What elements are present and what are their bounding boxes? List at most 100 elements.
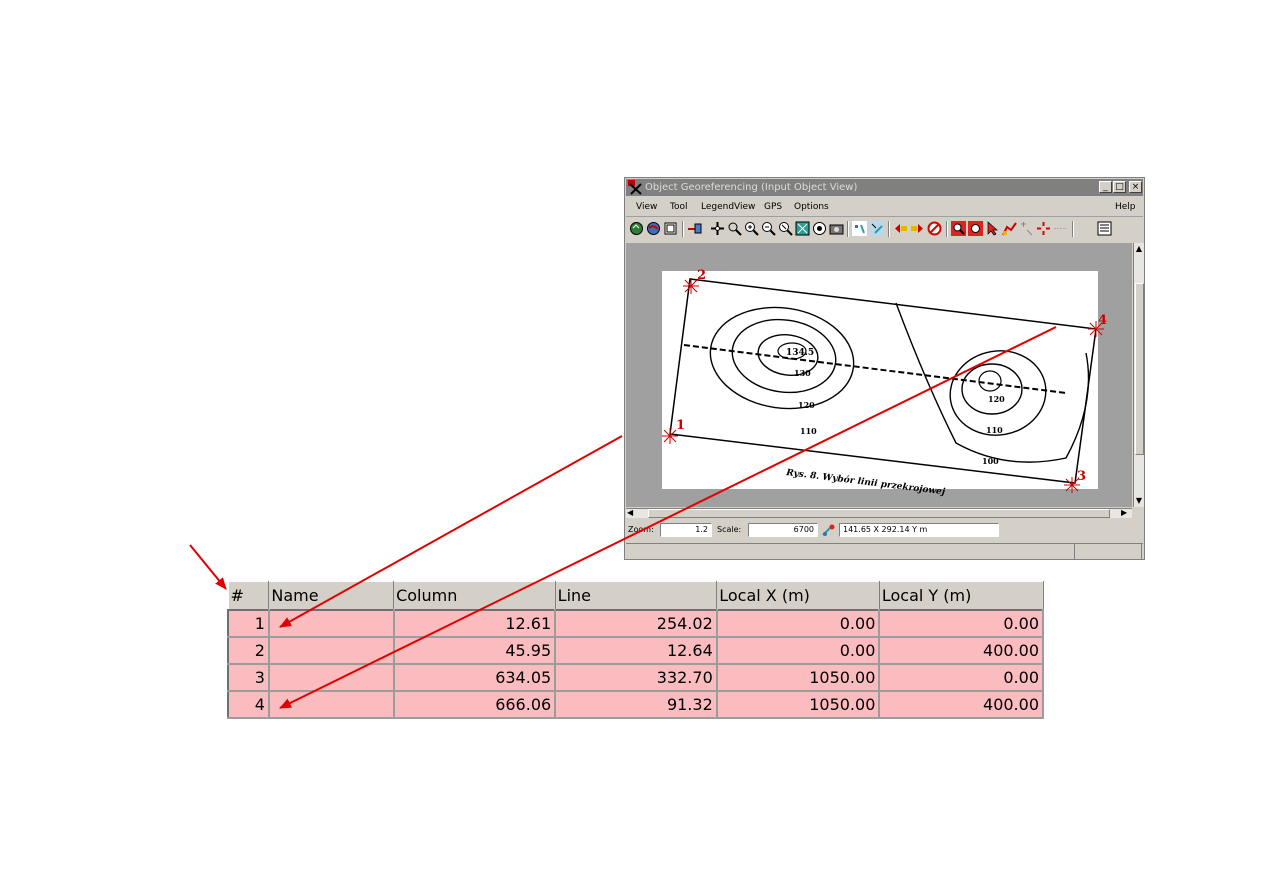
scroll-up-icon[interactable]: ▲ (1135, 244, 1143, 254)
cell-name[interactable] (267, 690, 395, 719)
contour-label: 110 (800, 426, 817, 436)
cell-local-y[interactable]: 0.00 (878, 609, 1044, 638)
settings-icon[interactable] (968, 221, 983, 236)
contour-label: 134.5 (786, 348, 814, 358)
cell-local-y[interactable]: 400.00 (878, 690, 1044, 719)
close-button[interactable]: × (1129, 181, 1142, 193)
horizontal-scroll-thumb[interactable] (648, 509, 1110, 518)
control-points-table: # Name Column Line Local X (m) Local Y (… (227, 581, 1044, 719)
menu-view[interactable]: View (636, 198, 657, 216)
cell-local-x[interactable]: 0.00 (715, 609, 881, 638)
menu-tool[interactable]: Tool (670, 198, 687, 216)
cell-line[interactable]: 12.64 (554, 636, 718, 665)
line-icon[interactable] (1053, 221, 1068, 236)
find-icon[interactable] (951, 221, 966, 236)
cell-column[interactable]: 634.05 (392, 663, 557, 692)
cell-name[interactable] (267, 609, 395, 638)
cell-local-x[interactable]: 0.00 (715, 636, 881, 665)
cell-number[interactable]: 2 (227, 636, 270, 665)
toolbar (626, 218, 1143, 242)
table-row[interactable]: 1 12.61 254.02 0.00 0.00 (227, 609, 1044, 638)
bottom-bar (626, 543, 1143, 560)
horizontal-scrollbar[interactable]: ◀ ▶ (626, 508, 1132, 518)
column-header-line[interactable]: Line (554, 581, 718, 611)
control-point-label-3: 3 (1077, 469, 1086, 484)
cell-local-y[interactable]: 400.00 (878, 636, 1044, 665)
table-header-row: # Name Column Line Local X (m) Local Y (… (227, 581, 1044, 611)
zoom-field[interactable]: 1.2 (660, 523, 712, 537)
maximize-button[interactable]: □ (1113, 181, 1126, 193)
scale-label: Scale: (717, 525, 742, 534)
zoom-in-icon[interactable] (744, 221, 759, 236)
scroll-down-icon[interactable]: ▼ (1135, 496, 1143, 506)
contour-label: 110 (986, 425, 1003, 435)
pointer-icon[interactable] (985, 221, 1000, 236)
vertical-scrollbar[interactable]: ▲ ▼ (1133, 243, 1144, 507)
cell-column[interactable]: 45.95 (392, 636, 557, 665)
title-bar: Object Georeferencing (Input Object View… (626, 179, 1143, 196)
scanned-map: 134.5 130 120 110 120 110 100 Rys. 8. Wy… (662, 268, 1107, 498)
camera-icon[interactable] (829, 221, 844, 236)
add-point-icon[interactable] (869, 221, 884, 236)
redraw-icon[interactable] (629, 221, 644, 236)
cell-name[interactable] (267, 663, 395, 692)
cell-line[interactable]: 332.70 (554, 663, 718, 692)
column-header-column[interactable]: Column (393, 581, 556, 611)
add-layer-icon[interactable] (687, 221, 702, 236)
zoom-box-icon[interactable] (727, 221, 742, 236)
status-bar: Zoom: 1.2 Scale: 6700 141.65 X 292.14 Y … (626, 521, 1143, 541)
cell-local-y[interactable]: 0.00 (878, 663, 1044, 692)
next-point-icon[interactable] (910, 221, 925, 236)
column-header-local-x[interactable]: Local X (m) (716, 581, 880, 611)
table-row[interactable]: 2 45.95 12.64 0.00 400.00 (227, 636, 1044, 665)
cell-column[interactable]: 666.06 (392, 690, 557, 719)
cell-number[interactable]: 3 (227, 663, 270, 692)
contour-label: 130 (794, 368, 811, 378)
column-header-name[interactable]: Name (268, 581, 395, 611)
vertical-scroll-thumb[interactable] (1135, 283, 1144, 455)
zoom-extent-icon[interactable] (795, 221, 810, 236)
contour-label: 120 (798, 400, 815, 410)
window-title: Object Georeferencing (Input Object View… (645, 182, 858, 193)
column-header-number[interactable]: # (227, 581, 270, 611)
cell-local-x[interactable]: 1050.00 (715, 663, 881, 692)
cell-line[interactable]: 254.02 (554, 609, 718, 638)
cell-number[interactable]: 1 (227, 609, 270, 638)
georeferencing-window: Object Georeferencing (Input Object View… (624, 177, 1145, 560)
menu-help[interactable]: Help (1115, 198, 1136, 216)
list-icon[interactable] (1097, 221, 1112, 236)
zoom-previous-icon[interactable] (778, 221, 793, 236)
scale-field[interactable]: 6700 (748, 523, 818, 537)
table-row[interactable]: 4 666.06 91.32 1050.00 400.00 (227, 690, 1044, 719)
cell-column[interactable]: 12.61 (392, 609, 557, 638)
full-view-icon[interactable] (663, 221, 678, 236)
zoom-out-icon[interactable] (761, 221, 776, 236)
table-row[interactable]: 3 634.05 332.70 1050.00 0.00 (227, 663, 1044, 692)
header-arrow (189, 544, 227, 590)
crosshair-icon[interactable] (1036, 221, 1051, 236)
globe-icon[interactable] (646, 221, 661, 236)
delete-point-icon[interactable] (927, 221, 942, 236)
menu-options[interactable]: Options (794, 198, 829, 216)
cell-name[interactable] (267, 636, 395, 665)
menu-gps[interactable]: GPS (764, 198, 782, 216)
chart-icon[interactable] (1002, 221, 1017, 236)
app-icon (628, 180, 642, 195)
scroll-right-icon[interactable]: ▶ (1121, 509, 1131, 517)
target-icon[interactable] (812, 221, 827, 236)
contour-label: 100 (982, 456, 999, 466)
cell-line[interactable]: 91.32 (554, 690, 718, 719)
cell-number[interactable]: 4 (227, 690, 270, 719)
minimize-button[interactable]: _ (1099, 181, 1112, 193)
column-header-local-y[interactable]: Local Y (m) (878, 581, 1044, 611)
contour-label: 120 (988, 394, 1005, 404)
select-point-icon[interactable] (852, 221, 867, 236)
map-viewport[interactable]: 134.5 130 120 110 120 110 100 Rys. 8. Wy… (626, 243, 1132, 507)
gps-icon[interactable] (821, 523, 837, 537)
pan-icon[interactable] (710, 221, 725, 236)
menu-legendview[interactable]: LegendView (701, 198, 755, 216)
cell-local-x[interactable]: 1050.00 (715, 690, 881, 719)
link-icon[interactable] (1019, 221, 1034, 236)
scroll-left-icon[interactable]: ◀ (627, 509, 637, 517)
previous-point-icon[interactable] (893, 221, 908, 236)
